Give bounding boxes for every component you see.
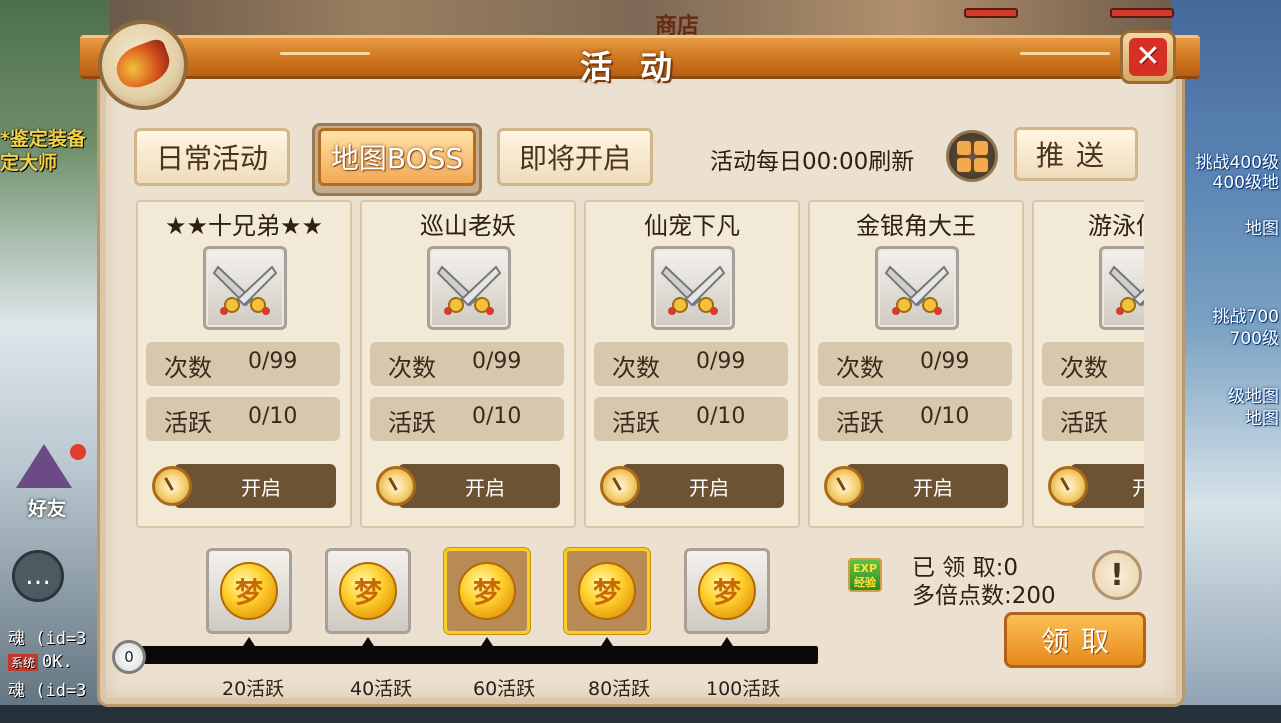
crossed-swords-icon[interactable] xyxy=(875,246,959,330)
activity-row: 活跃 0/10 xyxy=(370,397,564,441)
reward-threshold-label: 20活跃 xyxy=(222,678,285,700)
chat-line: 系统 0K. xyxy=(8,652,73,672)
boss-card-list[interactable]: ★★十兄弟★★ 次数 0/99 活跃 0/10 开启 巡山老妖 次数 0/99 活跃 0… xyxy=(136,200,1144,530)
reward-threshold-label: 60活跃 xyxy=(473,678,536,700)
dream-coin-icon: 梦 xyxy=(578,562,636,620)
open-button[interactable]: 开启 xyxy=(398,464,560,508)
help-icon[interactable]: ! xyxy=(1092,550,1142,600)
activity-row: 活跃 0/10 xyxy=(594,397,788,441)
open-button[interactable]: 开启 xyxy=(622,464,784,508)
clock-icon xyxy=(152,466,192,506)
chat-line: 魂 (id=3 xyxy=(8,681,87,701)
system-tag: 系统 xyxy=(8,654,39,671)
boss-card: 仙宠下凡 次数 0/99 活跃 0/10 开启 xyxy=(584,200,800,528)
wizard-hat-icon xyxy=(16,444,72,488)
boss-name: 金银角大王 xyxy=(856,212,976,240)
boss-name: 仙宠下凡 xyxy=(644,212,740,240)
dream-coin-icon: 梦 xyxy=(220,562,278,620)
crossed-swords-icon[interactable] xyxy=(427,246,511,330)
reward-box[interactable]: 梦 xyxy=(206,548,292,634)
left-menu-text[interactable]: *鉴定装备 xyxy=(0,124,86,151)
progress-tick xyxy=(721,637,733,646)
reward-box[interactable]: 梦 xyxy=(325,548,411,634)
count-row: 次数 xyxy=(1042,342,1144,386)
boss-name: 游泳仙 xyxy=(1088,212,1144,240)
boss-card: ★★十兄弟★★ 次数 0/99 活跃 0/10 开启 xyxy=(136,200,352,528)
progress-tick xyxy=(481,637,493,646)
clock-icon xyxy=(600,466,640,506)
dream-coin-icon: 梦 xyxy=(339,562,397,620)
right-map-text: 地图 xyxy=(1245,219,1279,239)
open-button[interactable]: 开启 xyxy=(174,464,336,508)
boss-card: 金银角大王 次数 0/99 活跃 0/10 开启 xyxy=(808,200,1024,528)
boss-name: ★★十兄弟★★ xyxy=(164,212,324,240)
bg-right-scene xyxy=(1171,0,1281,723)
clock-icon xyxy=(824,466,864,506)
dream-coin-icon: 梦 xyxy=(458,562,516,620)
hp-bar xyxy=(1110,8,1174,18)
right-map-text: 地图 xyxy=(1245,409,1279,429)
bg-bottom-bar xyxy=(0,705,1281,723)
clock-icon xyxy=(376,466,416,506)
progress-tick xyxy=(601,637,613,646)
boss-card: 巡山老妖 次数 0/99 活跃 0/10 开启 xyxy=(360,200,576,528)
open-button[interactable]: 开启 xyxy=(846,464,1008,508)
close-button[interactable]: ✕ xyxy=(1120,30,1176,84)
count-row: 次数 0/99 xyxy=(594,342,788,386)
title-bar: 活动 xyxy=(80,35,1200,86)
dream-coin-icon: 梦 xyxy=(698,562,756,620)
reward-threshold-label: 100活跃 xyxy=(706,678,781,700)
reward-threshold-label: 40活跃 xyxy=(350,678,413,700)
panel-title: 活动 xyxy=(579,48,700,86)
tab-coming-soon[interactable]: 即将开启 xyxy=(497,128,653,186)
count-row: 次数 0/99 xyxy=(370,342,564,386)
chat-line: 魂 (id=3 xyxy=(8,629,87,649)
activity-progress-bar xyxy=(128,646,818,664)
refresh-notice: 活动每日00:00刷新 xyxy=(710,149,915,175)
hp-bar xyxy=(964,8,1018,18)
count-row: 次数 0/99 xyxy=(818,342,1012,386)
reward-threshold-label: 80活跃 xyxy=(588,678,651,700)
progress-tick xyxy=(243,637,255,646)
reward-box-ready[interactable]: 梦 xyxy=(444,548,530,634)
exp-icon: EXP 经验 xyxy=(848,558,882,592)
chat-bubble-icon[interactable]: … xyxy=(12,550,64,602)
tab-daily-activities[interactable]: 日常活动 xyxy=(134,128,290,186)
claim-button[interactable]: 领取 xyxy=(1004,612,1146,668)
right-map-text: 700级 xyxy=(1229,329,1279,349)
boss-name: 巡山老妖 xyxy=(420,212,516,240)
left-menu-text[interactable]: 定大师 xyxy=(0,148,57,175)
reward-box[interactable]: 梦 xyxy=(684,548,770,634)
push-button[interactable]: 推送 xyxy=(1014,127,1138,181)
bg-top-scene xyxy=(110,0,1171,40)
reward-box-ready[interactable]: 梦 xyxy=(564,548,650,634)
friend-button[interactable]: 好友 xyxy=(8,444,86,522)
crossed-swords-icon[interactable] xyxy=(651,246,735,330)
notification-dot xyxy=(70,444,86,460)
clock-icon xyxy=(1048,466,1088,506)
progress-value: 0 xyxy=(112,640,146,674)
grid-menu-icon[interactable] xyxy=(946,130,998,182)
progress-tick xyxy=(362,637,374,646)
crossed-swords-icon[interactable] xyxy=(203,246,287,330)
bg-left-scene xyxy=(0,0,110,723)
count-row: 次数 0/99 xyxy=(146,342,340,386)
boss-card: 游泳仙 次数 活跃 开 xyxy=(1032,200,1144,528)
crossed-swords-icon[interactable] xyxy=(1099,246,1144,330)
tab-map-boss[interactable]: 地图BOSS xyxy=(318,128,476,186)
horn-icon xyxy=(98,20,188,110)
right-map-text: 400级地 xyxy=(1212,173,1279,193)
activity-row: 活跃 0/10 xyxy=(146,397,340,441)
close-x-icon: ✕ xyxy=(1129,38,1167,76)
friend-label: 好友 xyxy=(28,498,67,520)
activity-row: 活跃 xyxy=(1042,397,1144,441)
multiplier-points: 多倍点数:200 xyxy=(912,583,1056,609)
activity-row: 活跃 0/10 xyxy=(818,397,1012,441)
